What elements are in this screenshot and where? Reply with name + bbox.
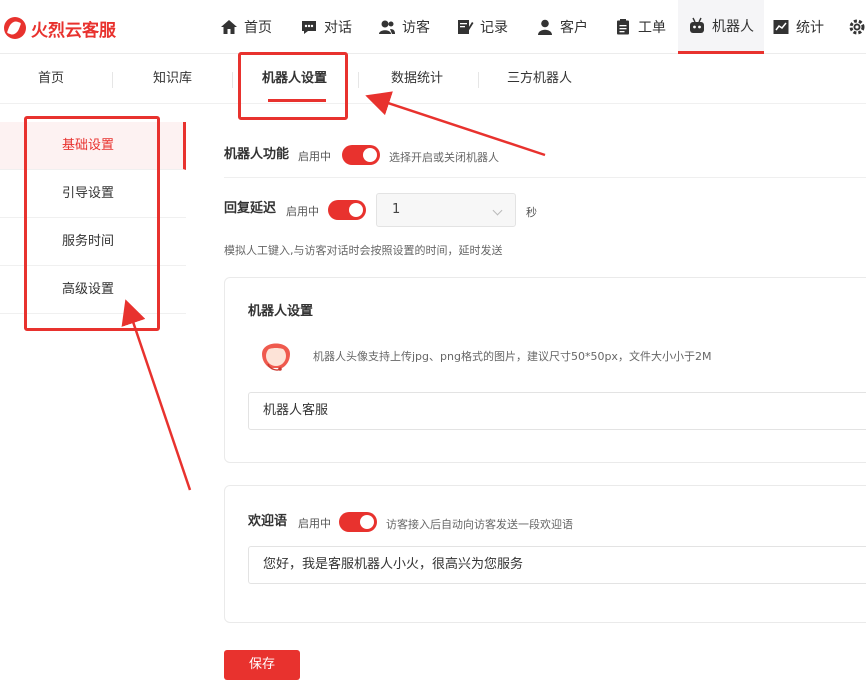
nav-item-customer[interactable]: 客户 (536, 0, 588, 54)
reply-delay-toggle[interactable] (328, 200, 366, 220)
robot-name-input[interactable]: 机器人客服 (248, 392, 866, 430)
sub-tab-bar: 首页 知识库 机器人设置 数据统计 三方机器人 (0, 54, 866, 104)
welcome-status: 启用中 (298, 517, 331, 530)
subtab-divider (112, 72, 113, 88)
welcome-label: 欢迎语 (248, 514, 288, 529)
divider (224, 177, 866, 178)
visitor-icon (378, 18, 396, 36)
nav-label: 工单 (638, 20, 666, 36)
subtab-divider (358, 72, 359, 88)
robot-avatar[interactable] (256, 334, 296, 374)
nav-label: 客户 (560, 20, 588, 36)
save-button[interactable]: 保存 (224, 650, 300, 680)
annotation-box-side-menu (24, 116, 160, 331)
brand-logo[interactable]: 火烈云客服 (4, 14, 116, 42)
reply-delay-value: 1 (392, 202, 401, 217)
customer-icon (536, 18, 554, 36)
subtab-divider (478, 72, 479, 88)
robot-icon (688, 17, 706, 35)
nav-item-robot[interactable]: 机器人 (678, 0, 764, 54)
nav-label: 首页 (244, 20, 272, 36)
nav-label: 对话 (324, 20, 352, 36)
stats-icon (772, 18, 790, 36)
nav-label: 记录 (480, 20, 508, 36)
nav-label: 访客 (402, 20, 430, 36)
customer-service-avatar-icon (262, 343, 290, 371)
arrow-to-subtab (365, 91, 546, 157)
welcome-message-input[interactable]: 您好，我是客服机器人小火，很高兴为您服务 (248, 546, 866, 584)
gear-icon (848, 18, 866, 36)
reply-delay-unit: 秒 (526, 206, 537, 219)
nav-label: 统计 (796, 20, 824, 36)
top-navigation-bar: 火烈云客服 首页 对话 访客 记录 客户 工单 机器人 统计 (0, 0, 866, 54)
nav-label: 机器人 (712, 18, 754, 35)
subtab-divider (232, 72, 233, 88)
subtab-third-party-robot[interactable]: 三方机器人 (507, 54, 572, 104)
nav-item-record[interactable]: 记录 (456, 0, 508, 54)
chat-icon (300, 18, 318, 36)
welcome-tip: 访客接入后自动向访客发送一段欢迎语 (386, 518, 573, 531)
record-icon (456, 18, 474, 36)
robot-settings-title: 机器人设置 (248, 304, 314, 319)
subtab-knowledge-base[interactable]: 知识库 (153, 54, 192, 104)
nav-item-ticket[interactable]: 工单 (614, 0, 666, 54)
reply-delay-label: 回复延迟 (224, 201, 277, 216)
nav-item-chat[interactable]: 对话 (300, 0, 352, 54)
brand-name: 火烈云客服 (31, 20, 116, 41)
subtab-data-stats[interactable]: 数据统计 (391, 54, 443, 104)
ticket-icon (614, 18, 632, 36)
avatar-upload-tip: 机器人头像支持上传jpg、png格式的图片，建议尺寸50*50px，文件大小小于… (313, 350, 712, 363)
robot-function-tip: 选择开启或关闭机器人 (389, 151, 499, 164)
reply-delay-select[interactable]: 1 (376, 193, 516, 227)
nav-item-visitor[interactable]: 访客 (378, 0, 430, 54)
reply-delay-status: 启用中 (286, 205, 319, 218)
nav-item-home[interactable]: 首页 (220, 0, 272, 54)
welcome-toggle[interactable] (339, 512, 377, 532)
nav-item-stats[interactable]: 统计 (772, 0, 824, 54)
settings-gear[interactable] (848, 0, 866, 54)
robot-function-status: 启用中 (298, 150, 331, 163)
arrow-to-side-menu (121, 299, 192, 491)
robot-settings-card (224, 277, 866, 463)
robot-function-label: 机器人功能 (224, 147, 290, 162)
chevron-down-icon (492, 205, 503, 216)
subtab-home[interactable]: 首页 (38, 54, 64, 104)
annotation-box-subtab (238, 52, 348, 120)
reply-delay-tip: 模拟人工键入,与访客对话时会按照设置的时间，延时发送 (224, 244, 503, 257)
robot-function-toggle[interactable] (342, 145, 380, 165)
home-icon (220, 18, 238, 36)
flame-logo-icon (4, 17, 26, 39)
